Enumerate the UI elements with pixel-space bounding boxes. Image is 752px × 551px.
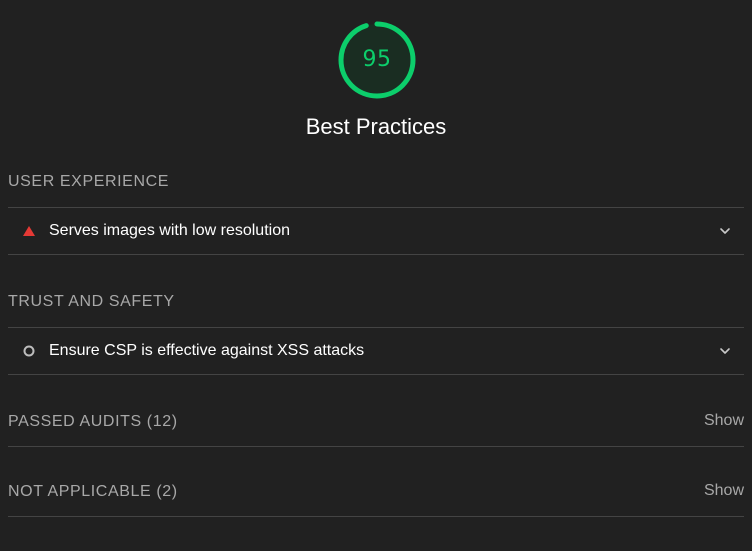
chevron-down-icon[interactable] — [718, 344, 732, 358]
clump-title: NOT APPLICABLE (2) — [8, 483, 178, 500]
audit-row-csp-xss[interactable]: Ensure CSP is effective against XSS atta… — [8, 327, 744, 375]
clump-not-applicable[interactable]: NOT APPLICABLE (2) Show — [8, 463, 744, 517]
audit-title: Serves images with low resolution — [49, 222, 290, 239]
chevron-down-icon[interactable] — [718, 224, 732, 238]
warning-triangle-icon — [23, 226, 35, 236]
show-not-applicable-button[interactable]: Show — [704, 482, 744, 500]
audit-row-low-resolution-images[interactable]: Serves images with low resolution — [8, 207, 744, 255]
audit-title: Ensure CSP is effective against XSS atta… — [49, 342, 365, 359]
score-value: 95 — [362, 47, 392, 72]
group-header-trust-and-safety: TRUST AND SAFETY — [8, 293, 175, 310]
group-header-user-experience: USER EXPERIENCE — [8, 173, 170, 190]
category-title: Best Practices — [305, 114, 447, 139]
score-gauge: 95 — [337, 20, 417, 100]
informative-circle-icon — [23, 345, 35, 357]
show-passed-audits-button[interactable]: Show — [704, 412, 744, 430]
clump-title: PASSED AUDITS (12) — [8, 413, 178, 430]
clump-passed-audits[interactable]: PASSED AUDITS (12) Show — [8, 393, 744, 447]
